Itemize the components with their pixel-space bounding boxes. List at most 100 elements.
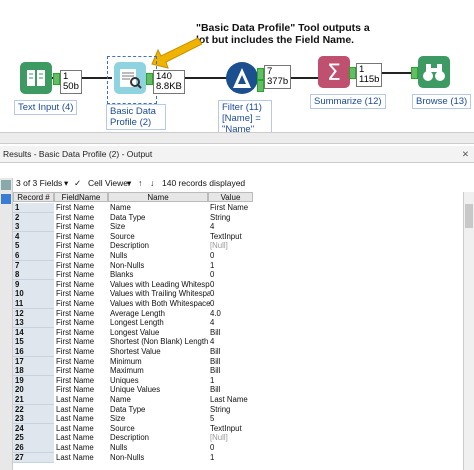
value-cell[interactable]: 1 [208, 261, 255, 270]
value-cell[interactable]: Bill [208, 357, 255, 366]
table-row[interactable]: 16 First Name Shortest Value Bill [13, 347, 463, 358]
fieldname-cell[interactable]: Last Name [54, 453, 110, 462]
table-row[interactable]: 14 First Name Longest Value Bill [13, 327, 463, 339]
name-cell[interactable]: Data Type [108, 405, 210, 414]
value-cell[interactable]: Bill [208, 328, 255, 337]
name-cell[interactable]: Non-Nulls [108, 261, 210, 270]
fieldname-cell[interactable]: First Name [54, 309, 110, 318]
vertical-scrollbar[interactable] [463, 192, 474, 470]
table-row[interactable]: 8 First Name Blanks 0 [13, 270, 463, 281]
table-row[interactable]: 19 First Name Uniques 1 [13, 375, 463, 387]
name-cell[interactable]: Values with Trailing Whitespace [108, 289, 210, 298]
scrollbar-thumb[interactable] [465, 204, 473, 228]
fieldname-cell[interactable]: Last Name [54, 405, 110, 414]
value-cell[interactable]: 0 [208, 270, 255, 279]
table-row[interactable]: 6 First Name Nulls 0 [13, 251, 463, 262]
fieldname-cell[interactable]: First Name [54, 299, 110, 308]
table-row[interactable]: 11 First Name Values with Both Whitespace 0 [13, 299, 463, 310]
table-row[interactable]: 10 First Name Values with Trailing Whitesp… [13, 289, 463, 300]
table-row[interactable]: 9First NameValues with Leading Whitespac… [13, 279, 463, 291]
table-row[interactable]: 12 First Name Average Length 4.0 [13, 308, 463, 319]
name-cell[interactable]: Blanks [108, 270, 210, 279]
fields-selector[interactable]: 3 of 3 Fields [16, 176, 62, 190]
name-cell[interactable]: Nulls [108, 251, 210, 260]
fieldname-cell[interactable]: First Name [54, 376, 110, 385]
table-row[interactable]: 26 Last Name Nulls 0 [13, 443, 463, 454]
table-row[interactable]: 27 Last Name Non-Nulls 1 [13, 452, 463, 463]
name-cell[interactable]: Minimum [108, 357, 210, 366]
table-row[interactable]: 22 Last Name Data Type String [13, 404, 463, 415]
fieldname-cell[interactable]: First Name [54, 357, 110, 366]
arrow-down-icon[interactable]: ↓ [150, 176, 154, 190]
value-cell[interactable]: 4 [208, 337, 255, 346]
name-cell[interactable]: Source [108, 232, 210, 241]
column-header-record[interactable]: Record # [13, 192, 54, 202]
output-anchor[interactable] [349, 67, 356, 79]
table-row[interactable]: 2 First Name Data Type String [13, 212, 463, 223]
name-cell[interactable]: Nulls [108, 443, 210, 452]
value-cell[interactable]: 0 [208, 280, 255, 289]
fieldname-cell[interactable]: First Name [54, 280, 110, 289]
value-cell[interactable]: 5 [208, 414, 255, 423]
name-cell[interactable]: Non-Nulls [108, 453, 210, 462]
filter-tool[interactable] [226, 62, 258, 94]
table-row[interactable]: 23 Last Name Size 5 [13, 414, 463, 425]
name-cell[interactable]: Name [108, 395, 210, 404]
fieldname-cell[interactable]: First Name [54, 270, 110, 279]
table-row[interactable]: 25 Last Name Description [Null] [13, 433, 463, 444]
arrow-up-icon[interactable]: ↑ [138, 176, 142, 190]
fieldname-cell[interactable]: First Name [54, 337, 110, 346]
value-cell[interactable]: 4 [208, 318, 255, 327]
value-cell[interactable]: String [208, 213, 255, 222]
fieldname-cell[interactable]: First Name [54, 232, 110, 241]
output-anchor-icon[interactable] [1, 194, 11, 204]
value-cell[interactable]: 0 [208, 443, 255, 452]
name-cell[interactable]: Average Length [108, 309, 210, 318]
name-cell[interactable]: Name [108, 203, 210, 212]
name-cell[interactable]: Shortest (Non Blank) Length [108, 337, 210, 346]
fieldname-cell[interactable]: First Name [54, 203, 110, 212]
workflow-canvas[interactable]: "Basic Data Profile" Tool outputs a lot … [0, 0, 474, 145]
table-row[interactable]: 17 First Name Minimum Bill [13, 356, 463, 367]
table-row[interactable]: 1 First Name Name First Name [13, 203, 463, 214]
fieldname-cell[interactable]: Last Name [54, 395, 110, 404]
fieldname-cell[interactable]: First Name [54, 347, 110, 356]
value-cell[interactable]: Bill [208, 366, 255, 375]
value-cell[interactable]: TextInput [208, 424, 255, 433]
value-cell[interactable]: 0 [208, 251, 255, 260]
fieldname-cell[interactable]: Last Name [54, 433, 110, 442]
false-anchor[interactable] [257, 80, 264, 92]
fieldname-cell[interactable]: First Name [54, 261, 110, 270]
table-row[interactable]: 7 First Name Non-Nulls 1 [13, 260, 463, 271]
value-cell[interactable]: 1 [208, 376, 255, 385]
name-cell[interactable]: Uniques [108, 376, 210, 385]
name-cell[interactable]: Longest Length [108, 318, 210, 327]
name-cell[interactable]: Shortest Value [108, 347, 210, 356]
value-cell[interactable]: [Null] [208, 433, 255, 442]
value-cell[interactable]: 1 [208, 453, 255, 462]
value-cell[interactable]: 0 [208, 299, 255, 308]
column-header-fieldname[interactable]: FieldName [54, 192, 108, 202]
fieldname-cell[interactable]: First Name [54, 241, 110, 250]
table-row[interactable]: 5 First Name Description [Null] [13, 241, 463, 252]
value-cell[interactable]: [Null] [208, 241, 255, 250]
fieldname-cell[interactable]: First Name [54, 318, 110, 327]
table-row[interactable]: 15 First Name Shortest (Non Blank) Length 4 [13, 337, 463, 348]
value-cell[interactable]: TextInput [208, 232, 255, 241]
value-cell[interactable]: First Name [208, 203, 255, 212]
cell-viewer-dropdown[interactable]: Cell Viewer [88, 176, 131, 190]
summarize-tool[interactable]: Σ [318, 56, 350, 88]
value-cell[interactable]: 0 [208, 289, 255, 298]
table-row[interactable]: 13 First Name Longest Length 4 [13, 318, 463, 329]
fieldname-cell[interactable]: First Name [54, 213, 110, 222]
input-anchor-icon[interactable] [1, 180, 11, 190]
basic-data-profile-tool[interactable] [114, 62, 146, 94]
output-anchor[interactable] [53, 73, 60, 85]
table-row[interactable]: 21 Last Name Name Last Name [13, 395, 463, 406]
value-cell[interactable]: Last Name [208, 395, 255, 404]
table-row[interactable]: 4 First Name Source TextInput [13, 231, 463, 243]
fieldname-cell[interactable]: First Name [54, 328, 110, 337]
checkmark-icon[interactable]: ✓ [74, 176, 81, 190]
fieldname-cell[interactable]: Last Name [54, 414, 110, 423]
value-cell[interactable]: String [208, 405, 255, 414]
